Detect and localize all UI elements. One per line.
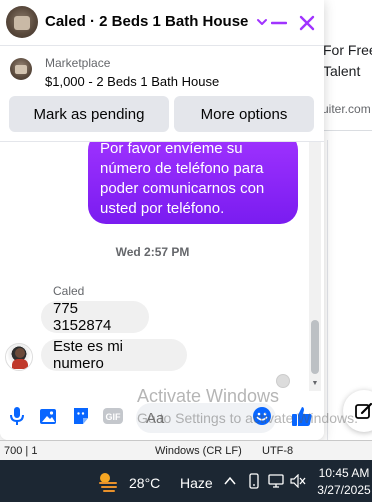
editor-status-bar: 700 | 1 Windows (CR LF) UTF-8 (0, 440, 372, 460)
photo-icon (40, 409, 56, 424)
status-encoding: UTF-8 (262, 445, 294, 457)
chat-header: Caled · 2 Beds 1 Bath House (0, 0, 324, 46)
sender-name: Caled (53, 284, 85, 298)
weather-temperature[interactable]: 28°C (129, 475, 160, 491)
incoming-message-phone: 775 3152874 (41, 300, 149, 334)
gif-button[interactable]: GIF (101, 404, 125, 428)
chat-title-button[interactable]: Caled · 2 Beds 1 Bath House (45, 13, 268, 30)
background-divider (322, 130, 372, 131)
volume-icon (290, 474, 306, 488)
gif-icon: GIF (103, 408, 123, 424)
clock-date: 3/27/2025 (317, 483, 371, 497)
network-button[interactable] (268, 473, 284, 489)
listing-label: Marketplace (45, 56, 111, 70)
background-text-line1: For Free (323, 42, 372, 58)
listing-thumbnail (10, 58, 32, 80)
phone-link-button[interactable] (246, 473, 262, 489)
minimize-button[interactable] (268, 12, 290, 34)
weather-icon[interactable] (96, 470, 120, 492)
compose-icon (355, 402, 372, 419)
close-button[interactable] (296, 12, 318, 34)
message-composer: GIF (0, 391, 324, 440)
status-line-ending: Windows (CR LF) (155, 445, 242, 457)
svg-text:GIF: GIF (106, 412, 122, 422)
scroll-down-arrow[interactable]: ▼ (311, 380, 319, 388)
chat-window: Caled · 2 Beds 1 Bath House Marketplace … (0, 0, 324, 440)
message-text: Este es mi numero (53, 338, 124, 372)
like-button[interactable] (290, 404, 314, 428)
emoji-button[interactable] (250, 404, 274, 428)
minimize-icon (271, 21, 287, 25)
close-icon (299, 15, 315, 31)
chevron-down-icon (257, 18, 268, 25)
incoming-message: Este es mi numero (41, 338, 187, 372)
show-hidden-icons-button[interactable] (222, 473, 238, 489)
windows-taskbar: 28°C Haze 10:45 AM 3/27/2025 (0, 460, 372, 502)
background-divider-vertical (327, 140, 328, 440)
sender-avatar[interactable] (5, 343, 33, 371)
message-thread[interactable]: Por favor envíeme su número de teléfono … (0, 141, 324, 391)
chat-title: Caled · 2 Beds 1 Bath House (45, 13, 249, 30)
status-cursor-position: 700 | 1 (4, 445, 38, 457)
phone-link-icon (249, 473, 259, 489)
message-timestamp: Wed 2:57 PM (115, 245, 190, 259)
background-url: uiter.com (322, 102, 371, 116)
background-post-preview: For Free Talent (322, 30, 372, 140)
network-icon (268, 474, 284, 488)
sticker-icon (74, 408, 88, 424)
voice-clip-button[interactable] (5, 404, 29, 428)
more-options-button[interactable]: More options (174, 96, 314, 132)
emoji-icon (253, 407, 271, 425)
mark-as-pending-button[interactable]: Mark as pending (9, 96, 169, 132)
volume-button[interactable] (290, 473, 306, 489)
attach-photo-button[interactable] (37, 404, 61, 428)
message-text: 775 3152874 (53, 300, 112, 334)
scrollbar-thumb[interactable] (311, 320, 319, 374)
avatar[interactable] (6, 6, 38, 38)
weather-condition[interactable]: Haze (180, 475, 213, 491)
clock-time: 10:45 AM (318, 466, 370, 480)
sticker-button[interactable] (69, 404, 93, 428)
microphone-icon (10, 407, 24, 425)
system-clock[interactable]: 10:45 AM 3/27/2025 (316, 465, 372, 499)
listing-title: $1,000 - 2 Beds 1 Bath House (45, 74, 220, 89)
outgoing-message: Por favor envíeme su número de teléfono … (88, 142, 298, 224)
read-receipt-avatar (276, 374, 290, 388)
background-text-line2: Talent (323, 63, 361, 79)
tray-chevron-icon (224, 476, 236, 485)
marketplace-listing[interactable]: Marketplace $1,000 - 2 Beds 1 Bath House (0, 47, 324, 93)
thumbs-up-icon (292, 407, 312, 426)
listing-actions: Mark as pending More options (0, 93, 324, 141)
